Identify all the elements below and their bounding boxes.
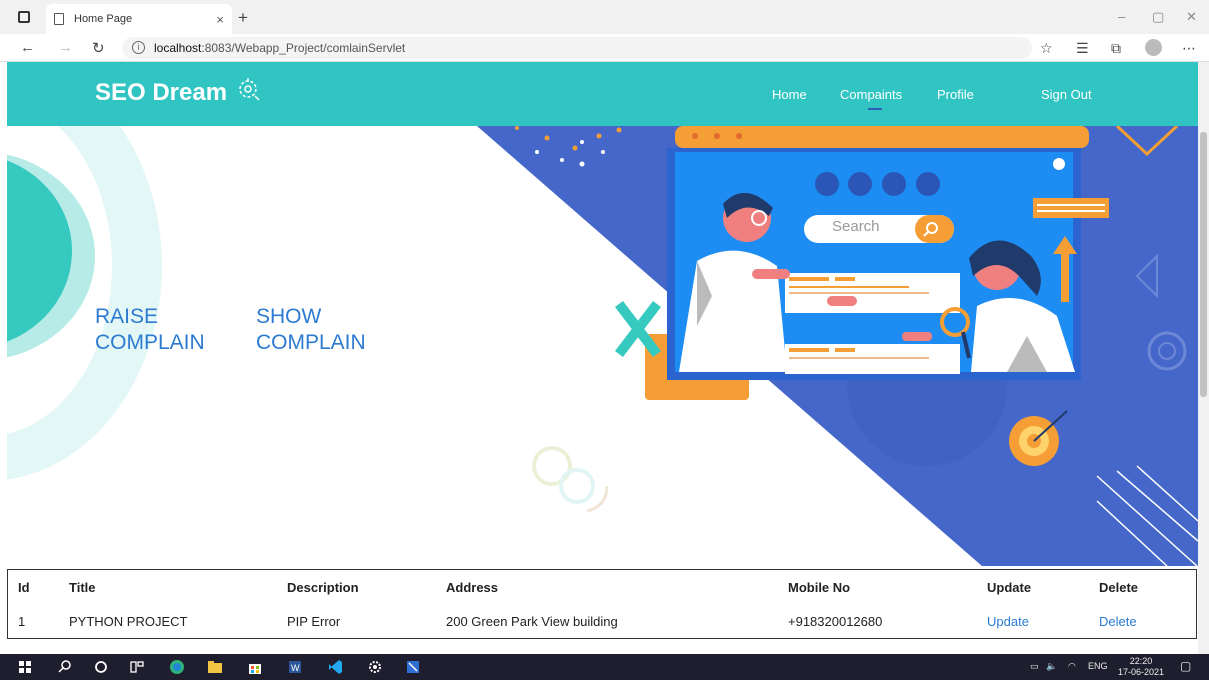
file-explorer-icon[interactable] [206, 658, 224, 676]
tab-title: Home Page [74, 13, 133, 25]
cortana-icon[interactable] [92, 658, 110, 676]
task-view-icon[interactable] [128, 658, 146, 676]
page-scrollbar[interactable] [1198, 62, 1209, 654]
raise-complain-link[interactable]: RAISE COMPLAIN [95, 304, 205, 356]
cell-title: PYTHON PROJECT [69, 614, 188, 629]
store-icon[interactable] [246, 658, 264, 676]
nav-complaints[interactable]: Compaints [840, 87, 902, 102]
word-icon[interactable]: W [286, 658, 304, 676]
windows-start-icon[interactable] [16, 658, 34, 676]
col-header-mobile: Mobile No [788, 580, 851, 595]
maximize-icon[interactable]: ▢ [1152, 9, 1164, 25]
illus-orange-bar [1033, 198, 1109, 218]
new-tab-icon[interactable]: + [238, 8, 248, 28]
active-nav-indicator [868, 108, 882, 110]
minimize-icon[interactable]: – [1118, 9, 1125, 24]
window-menu-icon[interactable] [18, 11, 30, 23]
cell-id: 1 [18, 614, 26, 629]
clock-time: 22:20 [1129, 656, 1153, 666]
page-icon [54, 13, 64, 25]
address-bar-row: ← → ↻ i localhost:8083/Webapp_Project/co… [0, 34, 1209, 62]
browser-tab-bar: Home Page × + – ▢ ✕ [0, 0, 1209, 34]
complaints-table: Id Title Description Address Mobile No U… [7, 569, 1197, 639]
show-link-line1: SHOW [256, 305, 322, 328]
notifications-icon[interactable]: ▢ [1180, 659, 1191, 673]
app-icon[interactable] [404, 658, 422, 676]
back-icon[interactable]: ← [20, 39, 35, 56]
url-path: :8083/Webapp_Project/comlainServlet [201, 41, 406, 55]
page-viewport: SEO Dream Home Compaints Profile Sign Ou… [7, 62, 1198, 640]
raise-link-line2: COMPLAIN [95, 331, 205, 354]
url-field[interactable]: i localhost:8083/Webapp_Project/comlainS… [122, 37, 1032, 59]
windows-taskbar: W ▭ 🔈 ◠ ENG 22:20 17-06-2021 ▢ [0, 654, 1209, 680]
illus-search-text: Search [832, 218, 880, 235]
profile-avatar[interactable] [1145, 39, 1162, 56]
show-link-line2: COMPLAIN [256, 331, 366, 354]
reload-icon[interactable]: ↻ [92, 39, 105, 57]
browser-tab[interactable]: Home Page × [46, 4, 232, 34]
illus-search-button [915, 215, 954, 243]
col-header-id: Id [18, 580, 30, 595]
favorites-icon[interactable]: ☰ [1076, 40, 1089, 57]
edge-browser-icon[interactable] [168, 658, 186, 676]
url-host: localhost [154, 41, 202, 55]
volume-icon[interactable]: 🔈 [1046, 661, 1057, 672]
cell-description: PIP Error [287, 614, 341, 629]
raise-link-line1: RAISE [95, 305, 159, 328]
faint-ring-2 [559, 468, 595, 504]
battery-icon[interactable]: ▭ [1030, 661, 1039, 672]
col-header-description: Description [287, 580, 359, 595]
update-link[interactable]: Update [987, 614, 1029, 629]
nav-profile[interactable]: Profile [937, 87, 974, 102]
nav-home[interactable]: Home [772, 87, 807, 102]
close-window-icon[interactable]: ✕ [1186, 9, 1197, 25]
favorite-add-icon[interactable]: ☆ [1040, 40, 1053, 57]
wifi-icon[interactable]: ◠ [1068, 661, 1076, 672]
scrollbar-thumb[interactable] [1200, 132, 1207, 397]
show-complain-link[interactable]: SHOW COMPLAIN [256, 304, 366, 356]
language-indicator[interactable]: ENG [1088, 661, 1108, 671]
col-header-title: Title [69, 580, 96, 595]
forward-icon[interactable]: → [58, 39, 73, 56]
settings-gear-icon[interactable] [366, 658, 384, 676]
col-header-delete: Delete [1099, 580, 1139, 595]
clock-date: 17-06-2021 [1118, 667, 1165, 677]
svg-text:W: W [291, 663, 300, 673]
site-header: SEO Dream Home Compaints Profile Sign Ou… [7, 62, 1198, 126]
nav-sign-out[interactable]: Sign Out [1041, 87, 1092, 102]
x-mark-shape [615, 300, 661, 358]
cell-address: 200 Green Park View building [446, 614, 618, 629]
hero-section: Search RAISE COMPLAIN SHOW COMPLAIN [7, 126, 1198, 566]
col-header-address: Address [446, 580, 499, 595]
vscode-icon[interactable] [326, 658, 344, 676]
cell-mobile: +918320012680 [788, 614, 883, 629]
more-icon[interactable]: ⋯ [1182, 40, 1196, 57]
brand-logo-text[interactable]: SEO Dream [95, 79, 227, 107]
brand-seo-icon [239, 78, 260, 101]
system-clock[interactable]: 22:20 17-06-2021 [1118, 656, 1164, 678]
col-header-update: Update [987, 580, 1032, 595]
collections-icon[interactable]: ⧉ [1111, 40, 1121, 57]
tab-close-icon[interactable]: × [216, 12, 224, 27]
delete-link[interactable]: Delete [1099, 614, 1137, 629]
info-icon[interactable]: i [132, 41, 145, 54]
search-icon[interactable] [56, 658, 74, 676]
